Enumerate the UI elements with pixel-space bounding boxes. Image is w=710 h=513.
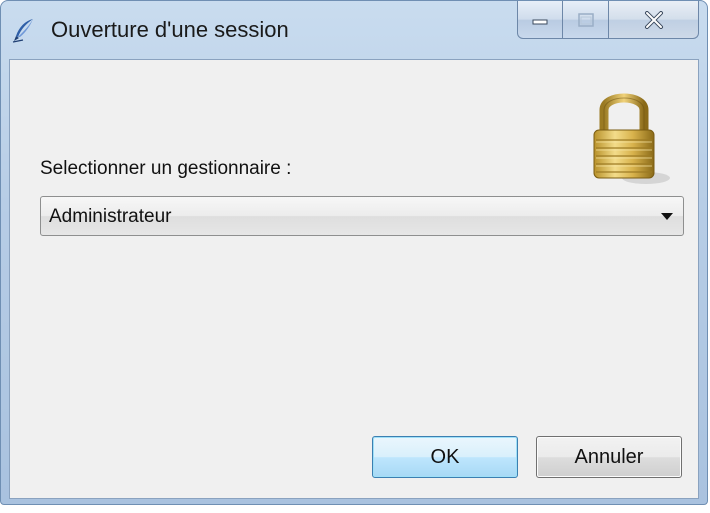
manager-select-value: Administrateur xyxy=(49,206,172,227)
close-button[interactable] xyxy=(609,1,699,39)
window-title: Ouverture d'une session xyxy=(51,17,289,42)
title-bar[interactable]: Ouverture d'une session xyxy=(1,1,707,59)
minimize-icon xyxy=(532,19,548,24)
window-controls xyxy=(517,1,699,41)
ok-button[interactable]: OK xyxy=(372,436,518,478)
cancel-button[interactable]: Annuler xyxy=(536,436,682,478)
padlock-icon xyxy=(593,93,670,184)
dialog-window: Ouverture d'une session Selectionner un … xyxy=(0,0,708,505)
manager-select[interactable]: Administrateur xyxy=(40,196,684,236)
close-icon xyxy=(644,10,663,29)
maximize-icon xyxy=(577,12,594,27)
chevron-down-icon[interactable] xyxy=(661,213,673,220)
dialog-body: Selectionner un gestionnaire : Administr… xyxy=(9,59,699,499)
feather-pen-icon xyxy=(12,19,33,43)
minimize-button[interactable] xyxy=(517,1,563,39)
manager-label: Selectionner un gestionnaire : xyxy=(40,158,292,179)
maximize-button[interactable] xyxy=(563,1,609,39)
